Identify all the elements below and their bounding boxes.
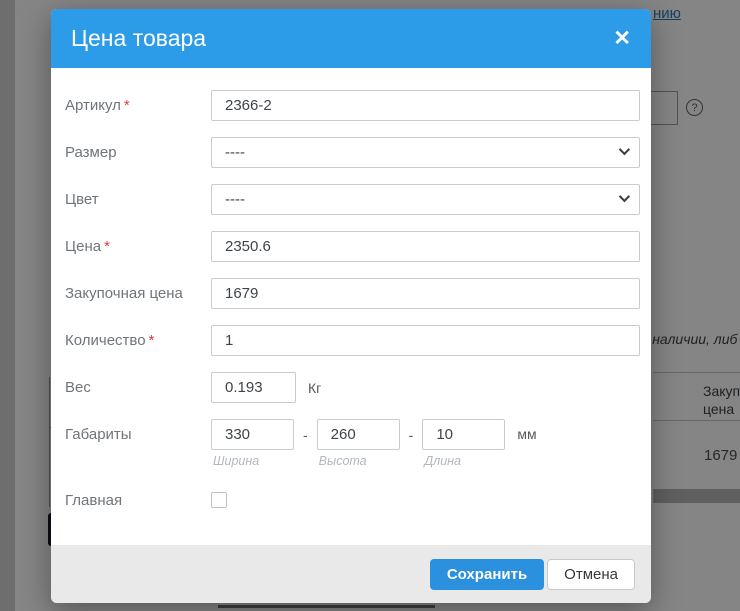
size-label: Размер <box>65 137 211 168</box>
cancel-button[interactable]: Отмена <box>547 559 635 590</box>
weight-unit: Кг <box>308 380 321 396</box>
dimensions-unit: мм <box>517 426 536 442</box>
purchase-price-label: Закупочная цена <box>65 278 211 309</box>
color-label: Цвет <box>65 184 211 215</box>
dimensions-label: Габариты <box>65 419 211 468</box>
dimension-height-input[interactable] <box>317 419 400 450</box>
field-row-quantity: Количество* <box>65 325 640 356</box>
product-price-modal: Цена товара ✕ Артикул* Размер ---- <box>51 9 651 603</box>
articul-label: Артикул* <box>65 90 211 121</box>
field-row-dimensions: Габариты Ширина - Высота - Длина <box>65 419 640 468</box>
field-row-weight: Вес Кг <box>65 372 640 403</box>
modal-footer: Сохранить Отмена <box>51 545 651 603</box>
dimension-height-hint: Высота <box>319 454 400 468</box>
quantity-label: Количество* <box>65 325 211 356</box>
weight-input[interactable] <box>211 372 296 403</box>
dimension-separator: - <box>303 427 308 443</box>
price-label-text: Цена <box>65 238 101 255</box>
field-row-price: Цена* <box>65 231 640 262</box>
modal-header: Цена товара ✕ <box>51 9 651 68</box>
save-button[interactable]: Сохранить <box>430 559 544 590</box>
price-input[interactable] <box>211 231 640 262</box>
articul-label-text: Артикул <box>65 97 121 114</box>
field-row-articul: Артикул* <box>65 90 640 121</box>
weight-label: Вес <box>65 372 211 403</box>
articul-input[interactable] <box>211 90 640 121</box>
dimension-width-hint: Ширина <box>213 454 294 468</box>
field-row-size: Размер ---- <box>65 137 640 168</box>
modal-body: Артикул* Размер ---- Цвет <box>51 68 651 545</box>
main-label: Главная <box>65 485 211 513</box>
required-mark: * <box>149 332 155 349</box>
quantity-input[interactable] <box>211 325 640 356</box>
dimension-length-hint: Длина <box>424 454 505 468</box>
purchase-price-input[interactable] <box>211 278 640 309</box>
dimension-length-input[interactable] <box>422 419 505 450</box>
size-select[interactable]: ---- <box>211 137 640 168</box>
dimension-separator: - <box>409 427 414 443</box>
main-checkbox[interactable] <box>211 492 227 508</box>
required-mark: * <box>124 97 130 114</box>
modal-title: Цена товара <box>71 25 206 52</box>
dimension-width-input[interactable] <box>211 419 294 450</box>
price-label: Цена* <box>65 231 211 262</box>
close-icon[interactable]: ✕ <box>613 28 631 49</box>
field-row-color: Цвет ---- <box>65 184 640 215</box>
required-mark: * <box>104 238 110 255</box>
color-select[interactable]: ---- <box>211 184 640 215</box>
quantity-label-text: Количество <box>65 332 146 349</box>
field-row-main: Главная <box>65 485 640 513</box>
field-row-purchase-price: Закупочная цена <box>65 278 640 309</box>
screen: нию ? в наличии, либ Закуп цена 1679 Цен… <box>0 0 740 611</box>
